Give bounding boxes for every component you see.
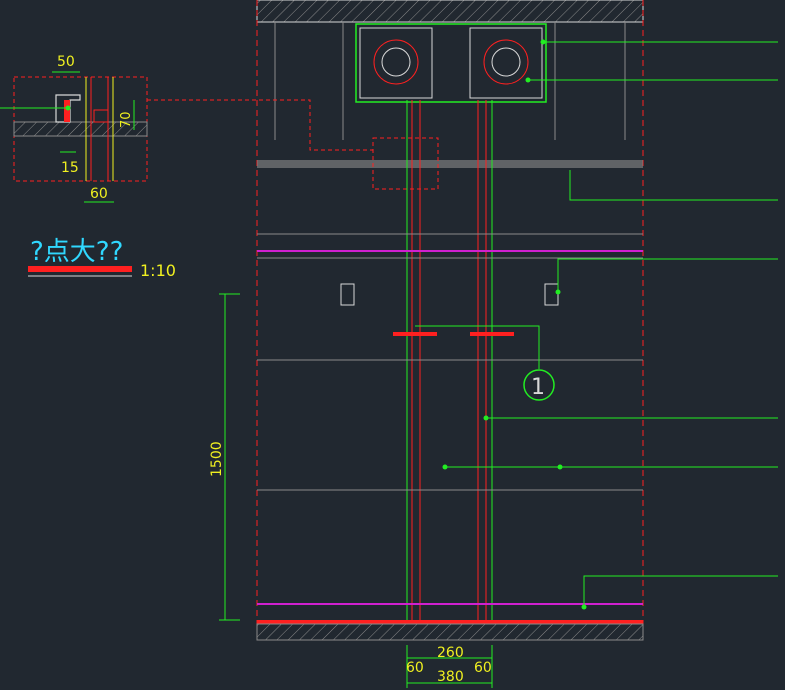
detail-dim-15: 15 <box>61 160 79 176</box>
callout-number: 1 <box>531 375 545 400</box>
switch-icon <box>340 283 355 306</box>
red-marker <box>470 332 514 336</box>
detail-dim-60: 60 <box>90 186 108 202</box>
ac-unit-left <box>359 27 433 99</box>
enlarged-detail: 50 70 15 60 ?点大?? 1:10 <box>0 54 176 280</box>
detail-title-underline <box>28 266 132 272</box>
detail-link-line <box>147 99 373 151</box>
elevation: 1 1500 260 60 60 380 <box>147 0 778 688</box>
fan-icon <box>381 47 411 77</box>
detail-dim-70: 70 <box>119 111 134 128</box>
detail-scale: 1:10 <box>140 261 176 280</box>
floor-slab <box>256 623 644 641</box>
leader-line <box>557 258 778 292</box>
cad-drawing-canvas: 50 70 15 60 ?点大?? 1:10 1 1500 260 60 60 … <box>0 0 778 688</box>
ac-unit-frame <box>355 23 547 103</box>
dim-380: 380 <box>437 669 464 685</box>
leader-dot <box>483 415 489 421</box>
dim-260: 260 <box>437 645 464 661</box>
leader-dot <box>442 464 448 470</box>
fan-icon <box>373 39 419 85</box>
dim-60-right: 60 <box>474 660 492 676</box>
leader-line <box>583 575 778 607</box>
leader-dot <box>555 289 561 295</box>
height-dim-text: 1500 <box>209 441 225 477</box>
detail-insert-2 <box>93 109 109 123</box>
leader-dot <box>581 604 587 610</box>
ac-unit-right <box>469 27 543 99</box>
fan-icon <box>491 47 521 77</box>
detail-dim-50: 50 <box>57 54 75 70</box>
detail-title: ?点大?? <box>30 237 123 267</box>
leader-line <box>569 170 778 201</box>
leader-dot <box>540 39 546 45</box>
detail-leader-dot <box>65 105 71 111</box>
detail-insert <box>64 100 70 122</box>
top-slab <box>256 0 644 23</box>
ceiling-board <box>257 160 643 168</box>
floor-line <box>257 620 643 624</box>
red-marker <box>393 332 437 336</box>
fan-icon <box>483 39 529 85</box>
dim-60-left: 60 <box>406 660 424 676</box>
switch-icon <box>544 283 559 306</box>
leader-dot <box>557 464 563 470</box>
leader-dot <box>525 77 531 83</box>
